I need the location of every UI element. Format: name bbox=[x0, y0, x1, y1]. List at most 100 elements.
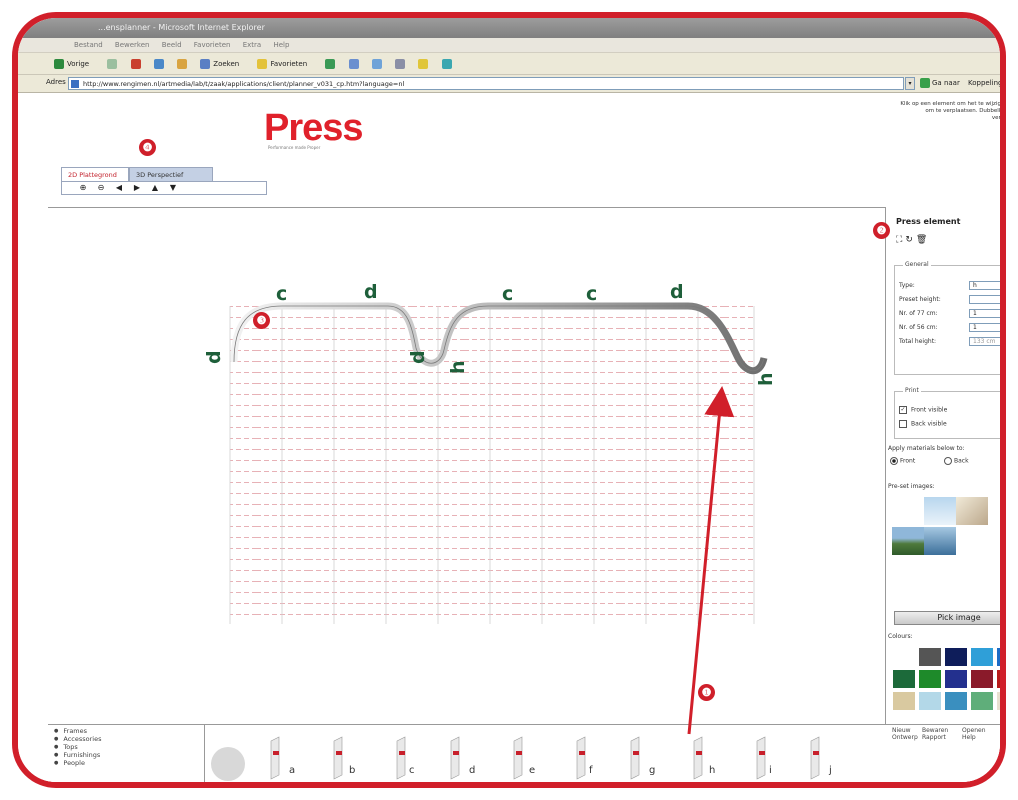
pan-right-icon[interactable]: ▶ bbox=[132, 183, 142, 193]
front-visible-option[interactable]: ✓ Front visible bbox=[899, 406, 947, 414]
menu-view[interactable]: Beeld bbox=[162, 41, 182, 49]
colour-swatch[interactable] bbox=[892, 647, 916, 667]
properties-panel: Press element ⛶↻🗑 General Type: h Preset… bbox=[886, 207, 1000, 724]
address-input[interactable]: http://www.rengimen.nl/artmedia/lab/t/za… bbox=[68, 77, 904, 90]
element-label: d bbox=[364, 281, 378, 303]
back-visible-checkbox[interactable] bbox=[899, 420, 907, 428]
element-thumbnail-f[interactable]: f bbox=[563, 735, 603, 781]
trash-icon[interactable]: 🗑 bbox=[916, 235, 930, 245]
element-round[interactable] bbox=[211, 747, 245, 781]
nr-56-field[interactable]: 1 bbox=[969, 323, 1000, 332]
colour-swatch[interactable] bbox=[996, 691, 1000, 711]
design-canvas[interactable]: d c d d c c d h h bbox=[48, 207, 886, 724]
element-thumbnail-b[interactable]: b bbox=[323, 735, 363, 781]
zoom-out-icon[interactable]: ⊖ bbox=[96, 183, 106, 193]
nr-77-field[interactable]: 1 bbox=[969, 309, 1000, 318]
colour-swatch[interactable] bbox=[892, 669, 916, 689]
element-thumbnail-e[interactable]: e bbox=[503, 735, 543, 781]
address-dropdown-button[interactable]: ▾ bbox=[905, 77, 915, 90]
forward-button[interactable] bbox=[107, 53, 120, 75]
open-help-button[interactable]: Openen Help bbox=[962, 727, 992, 741]
preset-image-landscape[interactable] bbox=[892, 527, 924, 555]
element-thumbnail-g[interactable]: g bbox=[623, 735, 663, 781]
colour-swatch[interactable] bbox=[970, 647, 994, 667]
pan-left-icon[interactable]: ◀ bbox=[114, 183, 124, 193]
colour-swatch[interactable] bbox=[918, 647, 942, 667]
colour-swatch[interactable] bbox=[944, 691, 968, 711]
scroll-right-button[interactable]: ▸ bbox=[882, 787, 890, 788]
messenger-icon bbox=[441, 59, 452, 69]
menu-tools[interactable]: Extra bbox=[243, 41, 261, 49]
apply-back-option[interactable]: Back bbox=[944, 457, 969, 465]
strip-scrollbar[interactable]: ◂ ▸ bbox=[205, 786, 890, 788]
colour-swatch[interactable] bbox=[944, 647, 968, 667]
back-button[interactable]: Vorige bbox=[54, 53, 97, 75]
front-radio[interactable] bbox=[890, 457, 898, 465]
pan-down-icon[interactable]: ▼ bbox=[168, 183, 178, 193]
menu-file[interactable]: Bestand bbox=[74, 41, 103, 49]
preset-image-sea[interactable] bbox=[924, 527, 956, 555]
preset-image-sky[interactable] bbox=[924, 497, 956, 525]
preset-image-clouds[interactable] bbox=[956, 497, 988, 525]
preset-height-field[interactable] bbox=[969, 295, 1000, 304]
edit-icon bbox=[418, 59, 429, 69]
element-thumbnail-i[interactable]: i bbox=[743, 735, 783, 781]
rotate-icon[interactable]: ↻ bbox=[905, 235, 916, 245]
new-design-button[interactable]: Nieuw Ontwerp bbox=[892, 727, 918, 741]
edit-button[interactable] bbox=[418, 53, 431, 75]
category-frames[interactable]: Frames bbox=[54, 727, 87, 735]
go-button[interactable]: Ga naar bbox=[920, 77, 960, 90]
element-thumbnail-j[interactable]: j bbox=[803, 735, 843, 781]
home-icon bbox=[177, 59, 188, 69]
star-icon bbox=[257, 59, 268, 69]
category-people[interactable]: People bbox=[54, 759, 85, 767]
colour-swatch[interactable] bbox=[944, 669, 968, 689]
back-radio[interactable] bbox=[944, 457, 952, 465]
tab-3d-perspective[interactable]: 3D Perspectief bbox=[129, 167, 213, 181]
category-furnishings[interactable]: Furnishings bbox=[54, 751, 100, 759]
menu-edit[interactable]: Bewerken bbox=[115, 41, 150, 49]
home-button[interactable] bbox=[177, 53, 190, 75]
colour-swatch[interactable] bbox=[996, 669, 1000, 689]
menu-help[interactable]: Help bbox=[273, 41, 289, 49]
zoom-in-icon[interactable]: ⊕ bbox=[78, 183, 88, 193]
search-button[interactable]: Zoeken bbox=[200, 53, 247, 75]
pick-image-button[interactable]: Pick image bbox=[894, 611, 1000, 625]
links-button[interactable]: Koppelingen bbox=[968, 77, 1000, 90]
mail-button[interactable] bbox=[371, 53, 385, 75]
element-label: d bbox=[203, 350, 225, 364]
refresh-icon bbox=[153, 59, 164, 69]
stop-button[interactable] bbox=[130, 53, 144, 75]
scroll-left-button[interactable]: ◂ bbox=[205, 787, 213, 788]
colour-swatch[interactable] bbox=[892, 691, 916, 711]
pan-up-icon[interactable]: ▲ bbox=[150, 183, 160, 193]
favorites-button[interactable]: Favorieten bbox=[257, 53, 315, 75]
front-visible-checkbox[interactable]: ✓ bbox=[899, 406, 907, 414]
element-thumbnail-h[interactable]: h bbox=[683, 735, 723, 781]
type-field[interactable]: h bbox=[969, 281, 1000, 290]
refresh-button[interactable] bbox=[153, 53, 167, 75]
element-thumbnail-d[interactable]: d bbox=[443, 735, 483, 781]
colour-swatch[interactable] bbox=[918, 691, 942, 711]
element-label: c bbox=[586, 283, 597, 305]
element-letter: c bbox=[409, 765, 415, 776]
menu-favorites[interactable]: Favorieten bbox=[194, 41, 231, 49]
category-accessories[interactable]: Accessories bbox=[54, 735, 101, 743]
messenger-button[interactable] bbox=[441, 53, 455, 75]
media-button[interactable] bbox=[325, 53, 338, 75]
element-thumbnail-c[interactable]: c bbox=[383, 735, 423, 781]
print-button[interactable] bbox=[395, 53, 408, 75]
element-thumbnail-a[interactable]: a bbox=[263, 735, 303, 781]
resize-icon[interactable]: ⛶ bbox=[896, 235, 905, 245]
colour-swatch[interactable] bbox=[970, 691, 994, 711]
colour-swatch[interactable] bbox=[918, 669, 942, 689]
back-visible-option[interactable]: Back visible bbox=[899, 420, 947, 428]
apply-front-option[interactable]: Front bbox=[890, 457, 915, 465]
tab-2d-floorplan[interactable]: 2D Plattegrond bbox=[61, 167, 129, 181]
panel-icon bbox=[333, 736, 343, 780]
category-tops[interactable]: Tops bbox=[54, 743, 77, 751]
history-button[interactable] bbox=[348, 53, 362, 75]
colour-swatch[interactable] bbox=[970, 669, 994, 689]
colour-swatch[interactable] bbox=[996, 647, 1000, 667]
save-report-button[interactable]: Bewaren Rapport bbox=[922, 727, 958, 741]
